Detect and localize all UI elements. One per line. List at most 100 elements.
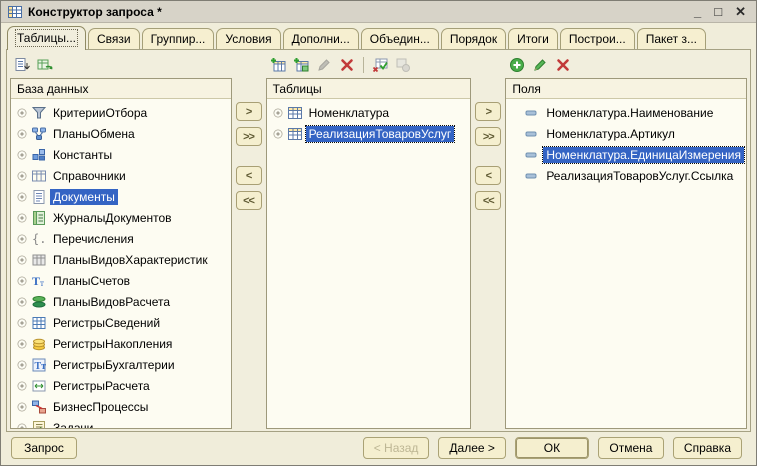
tables-panel: Таблицы НоменклатураРеализацияТоваровУсл… (266, 78, 472, 429)
help-button[interactable]: Справка (673, 437, 742, 459)
database-toolbar (10, 52, 232, 78)
back-button: < Назад (363, 437, 430, 459)
table-icon (287, 105, 303, 121)
calc-types-icon (31, 294, 47, 310)
tree-item-label: Константы (50, 147, 115, 163)
tree-item[interactable]: Справочники (11, 165, 231, 186)
tree-item[interactable]: ПланыВидовХарактеристик (11, 249, 231, 270)
tree-item[interactable]: TтПланыСчетов (11, 270, 231, 291)
database-tree[interactable]: КритерииОтбора ПланыОбмена Константы Справо… (11, 99, 231, 428)
ok-button[interactable]: ОК (515, 437, 589, 459)
expander-icon (272, 128, 284, 140)
tree-item[interactable]: Документы (11, 186, 231, 207)
move-all-left-button[interactable]: << (475, 191, 501, 210)
tree-item[interactable]: РегистрыНакопления (11, 333, 231, 354)
table-settings-button[interactable] (36, 56, 54, 74)
table-item[interactable]: РеализацияТоваровУслуг (267, 123, 471, 144)
database-panel: База данных КритерииОтбораПланыОбменаКон… (10, 78, 232, 429)
tree-item[interactable]: БизнесПроцессы (11, 396, 231, 417)
tree-item[interactable]: ПланыОбмена (11, 123, 231, 144)
tab-label: Дополни... (292, 32, 350, 46)
remove-field-button[interactable] (554, 56, 572, 74)
move-all-left-button[interactable]: << (236, 191, 262, 210)
move-left-button[interactable]: < (475, 166, 501, 185)
tab-3[interactable]: Группир... (142, 28, 215, 49)
tab-9[interactable]: Построи... (560, 28, 635, 49)
calc-register-icon (31, 378, 47, 394)
minimize-button[interactable]: _ (694, 5, 701, 18)
edit-field-button[interactable] (531, 56, 549, 74)
chart-accounts-icon: Tт (31, 273, 47, 289)
remove-table-button[interactable] (338, 56, 356, 74)
move-right-button[interactable]: > (236, 102, 262, 121)
tab-8[interactable]: Итоги (508, 28, 558, 49)
add-field-button[interactable] (508, 56, 526, 74)
tree-item[interactable]: Задачи (11, 417, 231, 428)
expander-icon (16, 338, 28, 350)
expander-icon (16, 359, 28, 371)
tables-toolbar (266, 52, 472, 78)
tab-label: Таблицы... (17, 31, 76, 45)
expander-icon (16, 380, 28, 392)
edit-table-button (315, 56, 333, 74)
toolbar-separator (363, 57, 364, 73)
tree-item[interactable]: ПланыВидовРасчета (11, 291, 231, 312)
tree-item[interactable]: ТтРегистрыБухгалтерии (11, 354, 231, 375)
window-title: Конструктор запроса * (28, 5, 162, 19)
move-all-right-button[interactable]: >> (475, 127, 501, 146)
exchange-icon (31, 126, 47, 142)
info-register-icon (31, 315, 47, 331)
svg-text:T: T (32, 274, 40, 288)
database-column: База данных КритерииОтбораПланыОбменаКон… (10, 52, 232, 429)
tables-list[interactable]: НоменклатураРеализацияТоваровУслуг (267, 99, 471, 428)
tab-5[interactable]: Дополни... (283, 28, 359, 49)
move-all-right-button[interactable]: >> (236, 127, 262, 146)
tab-1[interactable]: Таблицы... (7, 26, 86, 50)
tree-item[interactable]: КритерииОтбора (11, 102, 231, 123)
doc-order-button[interactable] (13, 56, 31, 74)
tree-item-label: КритерииОтбора (50, 105, 150, 121)
expander-icon (272, 107, 284, 119)
fields-panel: Поля Номенклатура.НаименованиеНоменклату… (505, 78, 747, 429)
expander-icon (16, 191, 28, 203)
maximize-button[interactable]: □ (714, 5, 722, 18)
tree-item[interactable]: РегистрыСведений (11, 312, 231, 333)
field-item[interactable]: Номенклатура.ЕдиницаИзмерения (506, 144, 746, 165)
field-item[interactable]: Номенклатура.Наименование (506, 102, 746, 123)
close-button[interactable]: ✕ (735, 5, 746, 18)
tab-6[interactable]: Объедин... (361, 28, 439, 49)
enum-icon: {..} (31, 231, 47, 247)
tree-item[interactable]: {..}Перечисления (11, 228, 231, 249)
table-item[interactable]: Номенклатура (267, 102, 471, 123)
tree-item-label: РегистрыНакопления (50, 336, 175, 352)
add-derived-table-button[interactable] (292, 56, 310, 74)
expander-icon (16, 422, 28, 429)
field-item[interactable]: Номенклатура.Артикул (506, 123, 746, 144)
tree-item[interactable]: Константы (11, 144, 231, 165)
tree-item-label: РегистрыСведений (50, 315, 163, 331)
field-item[interactable]: РеализацияТоваровУслуг.Ссылка (506, 165, 746, 186)
next-button[interactable]: Далее > (438, 437, 506, 459)
tab-7[interactable]: Порядок (441, 28, 506, 49)
business-process-icon (31, 399, 47, 415)
tree-item-label: РегистрыБухгалтерии (50, 357, 178, 373)
cancel-button[interactable]: Отмена (598, 437, 664, 459)
query-button[interactable]: Запрос (11, 437, 77, 459)
move-right-button[interactable]: > (475, 102, 501, 121)
tab-label: Условия (225, 32, 271, 46)
document-icon (31, 189, 47, 205)
tree-item-label: ПланыВидовХарактеристик (50, 252, 211, 268)
add-table-button[interactable] (269, 56, 287, 74)
tab-10[interactable]: Пакет з... (637, 28, 706, 49)
tree-item[interactable]: ЖурналыДокументов (11, 207, 231, 228)
fields-list[interactable]: Номенклатура.НаименованиеНоменклатура.Ар… (506, 99, 746, 428)
task-icon (31, 420, 47, 429)
tree-item[interactable]: РегистрыРасчета (11, 375, 231, 396)
virtual-table-params-button[interactable] (371, 56, 389, 74)
move-left-button[interactable]: < (236, 166, 262, 185)
funnel-icon (31, 105, 47, 121)
tab-4[interactable]: Условия (216, 28, 280, 49)
tab-2[interactable]: Связи (88, 28, 140, 49)
tab-label: Пакет з... (646, 32, 697, 46)
tab-label: Порядок (450, 32, 497, 46)
